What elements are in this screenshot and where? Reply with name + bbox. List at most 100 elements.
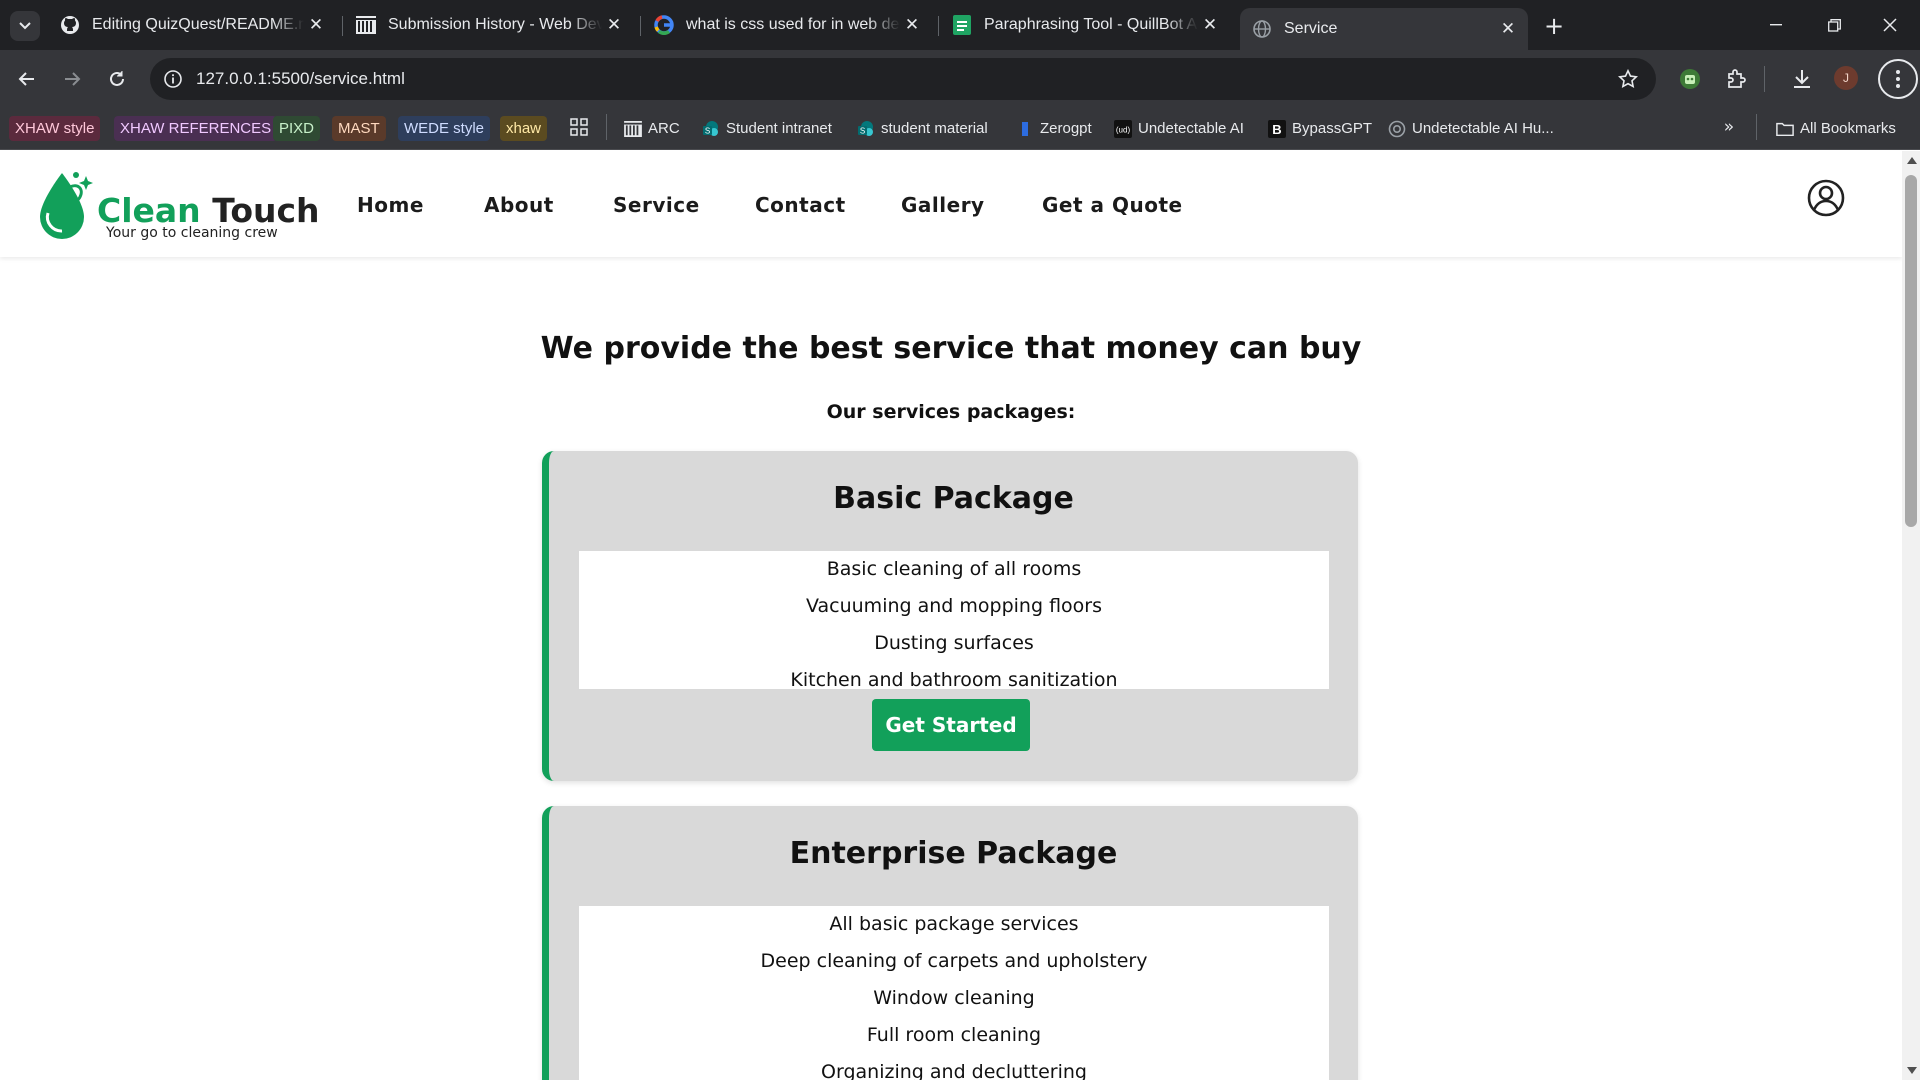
- restore-button[interactable]: [1806, 0, 1862, 50]
- site-logo[interactable]: Clean Touch Your go to cleaning crew: [36, 165, 320, 245]
- nav-gallery[interactable]: Gallery: [901, 193, 985, 217]
- new-tab-button[interactable]: +: [1540, 12, 1568, 40]
- bookmark-label: Student intranet: [726, 120, 832, 137]
- bookmark-label: ARC: [648, 120, 680, 137]
- bookmark-student-intranet[interactable]: S Student intranet: [702, 116, 832, 141]
- close-tab-icon[interactable]: ✕: [1496, 17, 1520, 41]
- bookmark-chip-pixd[interactable]: PIXD: [273, 116, 321, 141]
- package-feature: Basic cleaning of all rooms: [826, 558, 1082, 580]
- apps-grid-icon[interactable]: [568, 116, 590, 138]
- tab-separator: [342, 16, 343, 36]
- close-tab-icon[interactable]: ✕: [304, 13, 328, 37]
- package-card-enterprise: Enterprise Package All basic package ser…: [542, 806, 1358, 1080]
- tab-search-button[interactable]: [10, 11, 40, 41]
- more-bookmarks-chevron-icon[interactable]: »: [1718, 116, 1740, 138]
- svg-text:S: S: [705, 126, 710, 135]
- bookmark-label: student material: [881, 120, 988, 137]
- extensions-puzzle-icon[interactable]: [1720, 63, 1752, 95]
- package-feature: Full room cleaning: [866, 1024, 1042, 1046]
- restore-icon: [1827, 18, 1841, 32]
- package-feature: Kitchen and bathroom sanitization: [790, 669, 1118, 691]
- tab-strip: Editing QuizQuest/README.md ✕ Submission…: [0, 0, 1920, 50]
- back-button[interactable]: [10, 62, 44, 96]
- globe-icon: [1252, 19, 1272, 39]
- bookmark-student-material[interactable]: S student material: [857, 116, 988, 141]
- forward-arrow-icon: [65, 72, 81, 86]
- water-drop-logo-icon: [40, 172, 93, 239]
- site-info-icon[interactable]: [160, 66, 186, 92]
- sharepoint-icon: S: [857, 120, 875, 138]
- bookmark-label: Zerogpt: [1040, 120, 1092, 137]
- all-bookmarks-button[interactable]: All Bookmarks: [1776, 116, 1896, 141]
- nav-get-a-quote[interactable]: Get a Quote: [1042, 193, 1183, 217]
- site-header: Clean Touch Your go to cleaning crew Hom…: [0, 151, 1902, 257]
- bookmark-chip-xhaw-references[interactable]: XHAW REFERENCES: [114, 116, 278, 141]
- tab-separator: [938, 16, 939, 36]
- downloads-icon[interactable]: [1786, 63, 1818, 95]
- bookmark-label: Undetectable AI: [1138, 120, 1244, 137]
- close-window-button[interactable]: [1862, 0, 1918, 50]
- extension-green-icon[interactable]: [1674, 63, 1706, 95]
- close-tab-icon[interactable]: ✕: [602, 13, 626, 37]
- scrollbar-thumb[interactable]: [1905, 175, 1917, 527]
- page-scrollbar[interactable]: [1902, 151, 1920, 1080]
- tab-google-search[interactable]: what is css used for in web dev ✕: [642, 8, 932, 42]
- package-title: Basic Package: [833, 481, 1074, 516]
- nav-home[interactable]: Home: [357, 193, 424, 217]
- more-vert-icon: [1896, 70, 1900, 88]
- bookmark-chip-xhaw[interactable]: xhaw: [500, 116, 548, 141]
- bookmark-zerogpt[interactable]: Zerogpt: [1016, 116, 1092, 141]
- bookmark-undetectable-ai-humanizer[interactable]: Undetectable AI Hu...: [1388, 116, 1554, 141]
- close-tab-icon[interactable]: ✕: [900, 13, 924, 37]
- package-feature: Window cleaning: [873, 987, 1035, 1009]
- all-bookmarks-label: All Bookmarks: [1800, 120, 1896, 137]
- url-text[interactable]: 127.0.0.1:5500/service.html: [196, 69, 405, 89]
- svg-text:S: S: [860, 126, 865, 135]
- openai-icon: [1388, 120, 1406, 138]
- bookmark-chip-mast[interactable]: MAST: [332, 116, 386, 141]
- github-icon: [60, 15, 80, 35]
- nav-service[interactable]: Service: [613, 193, 700, 217]
- get-started-button[interactable]: Get Started: [872, 699, 1030, 751]
- bookmark-bypassgpt[interactable]: B BypassGPT: [1268, 116, 1372, 141]
- bookmark-star-icon[interactable]: [1616, 67, 1640, 91]
- tab-submission-history[interactable]: Submission History - Web Deve ✕: [344, 8, 634, 42]
- profile-avatar[interactable]: J: [1834, 66, 1858, 90]
- arc-icon: [356, 15, 376, 35]
- tab-github[interactable]: Editing QuizQuest/README.md ✕: [48, 8, 336, 42]
- quillbot-icon: [952, 15, 972, 35]
- address-bar[interactable]: 127.0.0.1:5500/service.html: [150, 58, 1656, 100]
- undetectable-icon: (ud): [1114, 119, 1132, 138]
- tab-service-active[interactable]: Service ✕: [1240, 8, 1528, 50]
- minimize-button[interactable]: [1748, 0, 1804, 50]
- page-viewport: Clean Touch Your go to cleaning crew Hom…: [0, 151, 1902, 1080]
- minimize-icon: [1770, 24, 1782, 26]
- bookmark-chip-xhaw-style[interactable]: XHAW style: [9, 116, 101, 141]
- forward-button[interactable]: [55, 62, 89, 96]
- chevron-down-icon: [19, 22, 31, 30]
- user-account-icon[interactable]: [1806, 178, 1846, 218]
- nav-about[interactable]: About: [484, 193, 554, 217]
- page-subtitle: Our services packages:: [826, 401, 1076, 423]
- scroll-up-arrow-icon[interactable]: [1907, 157, 1917, 164]
- package-feature-list: All basic package services Deep cleaning…: [579, 906, 1329, 1080]
- bookmark-arc[interactable]: ARC: [624, 116, 680, 141]
- close-tab-icon[interactable]: ✕: [1198, 13, 1222, 37]
- bookmark-label: BypassGPT: [1292, 120, 1373, 137]
- tab-title: what is css used for in web dev: [686, 16, 900, 33]
- package-feature: Dusting surfaces: [874, 632, 1034, 654]
- reload-button[interactable]: [100, 62, 134, 96]
- svg-text:B: B: [1272, 122, 1281, 137]
- bookmark-undetectable-ai[interactable]: (ud) Undetectable AI: [1114, 116, 1244, 141]
- arc-icon: [624, 120, 642, 138]
- bookmark-chip-wede-style[interactable]: WEDE style: [398, 116, 491, 141]
- package-feature: Vacuuming and mopping floors: [805, 595, 1102, 617]
- scroll-down-arrow-icon[interactable]: [1907, 1067, 1917, 1074]
- brand-tagline: Your go to cleaning crew: [106, 225, 278, 241]
- google-icon: [654, 15, 674, 35]
- package-feature-list: Basic cleaning of all rooms Vacuuming an…: [579, 551, 1329, 691]
- chrome-menu-button[interactable]: [1878, 59, 1918, 99]
- tab-quillbot[interactable]: Paraphrasing Tool - QuillBot AI ✕: [940, 8, 1230, 42]
- nav-contact[interactable]: Contact: [755, 193, 846, 217]
- toolbar-separator: [1764, 66, 1765, 92]
